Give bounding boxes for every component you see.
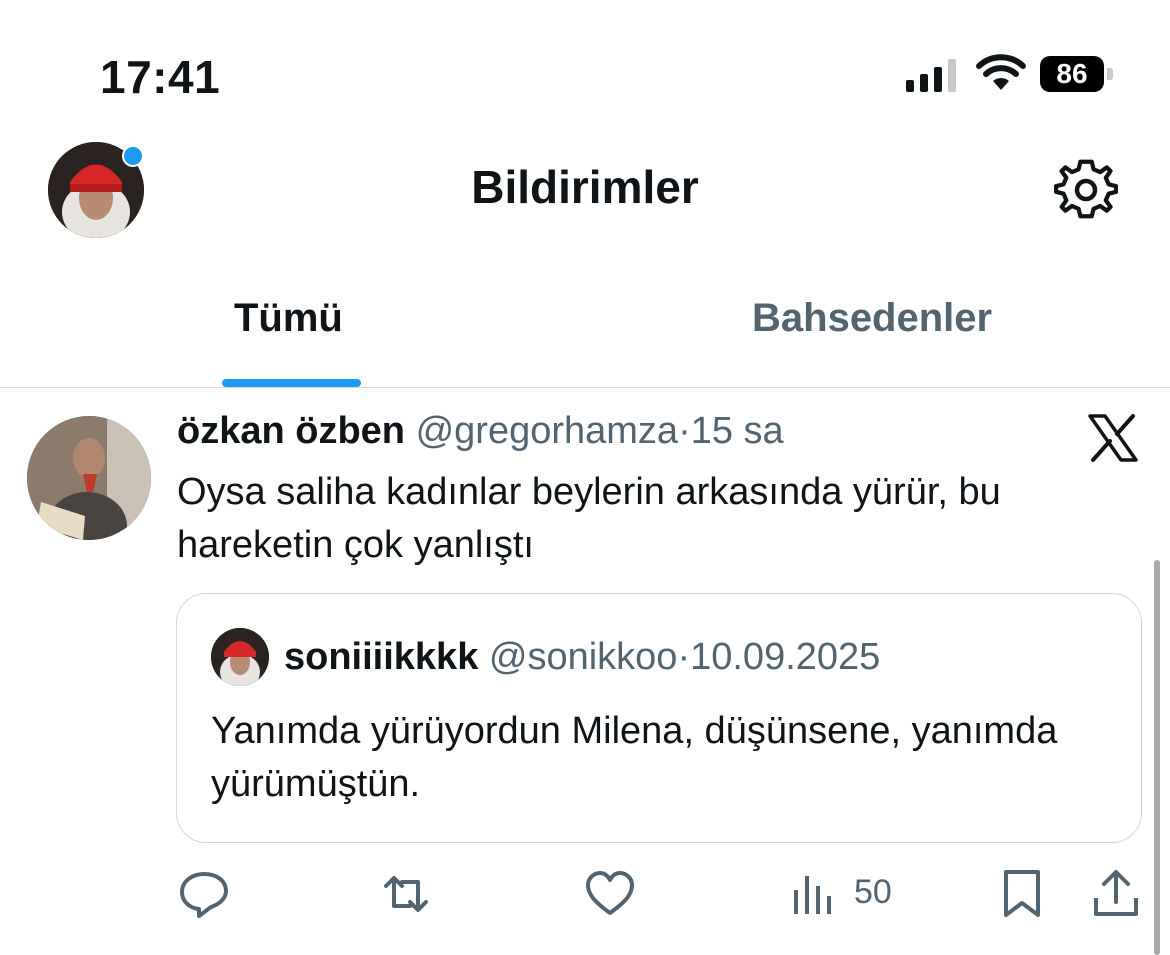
tab-all[interactable]: Tümü: [234, 296, 343, 341]
views-button[interactable]: [792, 868, 836, 920]
battery-tip: [1107, 68, 1113, 80]
share-button[interactable]: [1090, 868, 1142, 920]
battery-indicator: 86: [1040, 56, 1104, 92]
status-time: 17:41: [100, 51, 221, 103]
author-handle[interactable]: @gregorhamza: [416, 410, 678, 452]
quoted-author-name: soniiiikkkk: [284, 636, 479, 678]
quoted-author-avatar: [211, 628, 269, 686]
scrollbar[interactable]: [1154, 560, 1160, 955]
gear-icon[interactable]: [1054, 158, 1118, 222]
tweet-header: özkan özben @gregorhamza·15 sa: [177, 410, 784, 453]
quoted-author-photo: [211, 628, 269, 686]
tab-divider: [0, 387, 1170, 388]
retweet-icon: [384, 876, 428, 912]
author-avatar[interactable]: [27, 416, 151, 540]
quoted-meta-separator: ·: [677, 636, 691, 678]
meta-separator: ·: [678, 410, 691, 452]
cellular-signal-icon: [906, 58, 956, 92]
tweet-time[interactable]: 15 sa: [691, 410, 784, 452]
share-icon: [1094, 870, 1138, 916]
active-tab-indicator: [222, 379, 361, 387]
author-photo: [27, 416, 151, 540]
heart-icon: [586, 871, 634, 915]
wifi-icon: [976, 54, 1026, 90]
retweet-button[interactable]: [380, 868, 432, 920]
views-chart-icon: [794, 876, 831, 914]
like-button[interactable]: [584, 868, 636, 920]
quoted-tweet-text: Yanımda yürüyordun Milena, düşünsene, ya…: [211, 710, 1058, 805]
reply-icon: [180, 872, 228, 918]
bookmark-icon: [1004, 870, 1040, 917]
quoted-tweet-date: 10.09.2025: [690, 636, 881, 678]
quoted-author-handle: @sonikkoo: [488, 636, 678, 678]
page-title: Bildirimler: [471, 161, 699, 213]
x-logo-icon: [1088, 414, 1138, 462]
reply-button[interactable]: [178, 868, 230, 920]
bookmark-button[interactable]: [996, 868, 1048, 920]
quoted-tweet-header: soniiiikkkk @sonikkoo·10.09.2025: [284, 636, 880, 679]
tab-mentions[interactable]: Bahsedenler: [752, 296, 992, 341]
author-name[interactable]: özkan özben: [177, 410, 405, 452]
views-count: 50: [854, 873, 892, 911]
tweet-text: Oysa saliha kadınlar beylerin arkasında …: [177, 471, 1001, 566]
